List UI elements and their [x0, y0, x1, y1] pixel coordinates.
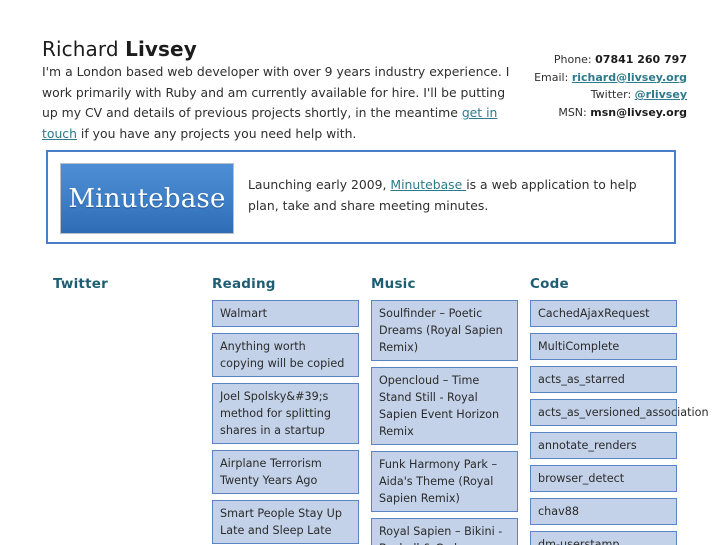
minutebase-logo[interactable]: Minutebase — [60, 163, 234, 234]
list-item[interactable]: chav88 — [530, 498, 677, 525]
twitter-link[interactable]: @rlivsey — [635, 88, 687, 101]
banner-text-before-link: Launching early 2009, — [248, 177, 391, 193]
page-title: Richard Livsey — [42, 37, 197, 61]
list-reading: Walmart Anything worth copying will be co… — [212, 300, 359, 545]
list-item[interactable]: Joel Spolsky&#39;s method for splitting … — [212, 383, 359, 444]
list-item[interactable]: Opencloud – Time Stand Still - Royal Sap… — [371, 367, 518, 445]
list-item[interactable]: MultiComplete — [530, 333, 677, 360]
msn-label: MSN: — [558, 105, 591, 119]
intro-text-after-link: if you have any projects you need help w… — [76, 125, 357, 141]
minutebase-link[interactable]: Minutebase — [390, 177, 466, 192]
column-title-code: Code — [530, 276, 569, 292]
list-item[interactable]: CachedAjaxRequest — [530, 300, 677, 327]
column-twitter: Twitter — [53, 276, 200, 300]
contact-row-email: Email: richard@livsey.org — [437, 69, 687, 87]
contact-row-msn: MSN: msn@livsey.org — [437, 104, 687, 122]
page-title-lastname: Livsey — [125, 37, 197, 62]
contact-details: Phone: 07841 260 797 Email: richard@livs… — [437, 51, 687, 121]
list-item[interactable]: Walmart — [212, 300, 359, 327]
phone-label: Phone: — [553, 53, 596, 66]
list-item[interactable]: Anything worth copying will be copied — [212, 333, 359, 377]
list-item[interactable]: browser_detect — [530, 465, 677, 492]
list-item[interactable]: dm-userstamp — [530, 531, 677, 545]
list-item[interactable]: acts_as_versioned_association — [530, 399, 709, 426]
page-header: Richard Livsey I'm a London based web de… — [0, 0, 727, 141]
page-title-firstname: Richard — [42, 37, 126, 62]
list-item[interactable]: Airplane Terrorism Twenty Years Ago — [212, 450, 359, 494]
list-item[interactable]: Soulfinder – Poetic Dreams (Royal Sapien… — [371, 300, 518, 361]
msn-value: msn@livsey.org — [590, 105, 687, 119]
twitter-label: Twitter: — [590, 88, 635, 101]
contact-row-twitter: Twitter: @rlivsey — [437, 86, 687, 104]
contact-row-phone: Phone: 07841 260 797 — [437, 51, 687, 69]
minutebase-banner: Minutebase Launching early 2009, Minuteb… — [46, 150, 676, 244]
phone-value: 07841 260 797 — [595, 53, 687, 66]
list-code: CachedAjaxRequest MultiComplete acts_as_st… — [530, 300, 709, 545]
list-item[interactable]: Royal Sapien – Bikini - Boshell & Cody '… — [371, 518, 518, 545]
column-title-reading: Reading — [212, 276, 276, 292]
email-label: Email: — [534, 70, 572, 84]
list-item[interactable]: Smart People Stay Up Late and Sleep Late — [212, 500, 359, 544]
list-music: Soulfinder – Poetic Dreams (Royal Sapien… — [371, 300, 518, 545]
list-item[interactable]: annotate_renders — [530, 432, 677, 459]
email-link[interactable]: richard@livsey.org — [572, 71, 687, 84]
column-code: Code CachedAjaxRequest MultiComplete acts_… — [530, 276, 709, 545]
column-title-music: Music — [371, 276, 416, 292]
content-columns: Twitter Reading Walmart Anything worth co… — [0, 276, 727, 545]
column-reading: Reading Walmart Anything worth copying wi… — [212, 276, 359, 545]
minutebase-description: Launching early 2009, Minutebase is a we… — [248, 175, 660, 216]
minutebase-logo-text: Minutebase — [68, 183, 226, 214]
column-title-twitter: Twitter — [53, 276, 108, 292]
list-item[interactable]: Funk Harmony Park – Aida's Theme (Royal … — [371, 451, 518, 512]
column-music: Music Soulfinder – Poetic Dreams (Royal … — [371, 276, 518, 545]
list-item[interactable]: acts_as_starred — [530, 366, 677, 393]
